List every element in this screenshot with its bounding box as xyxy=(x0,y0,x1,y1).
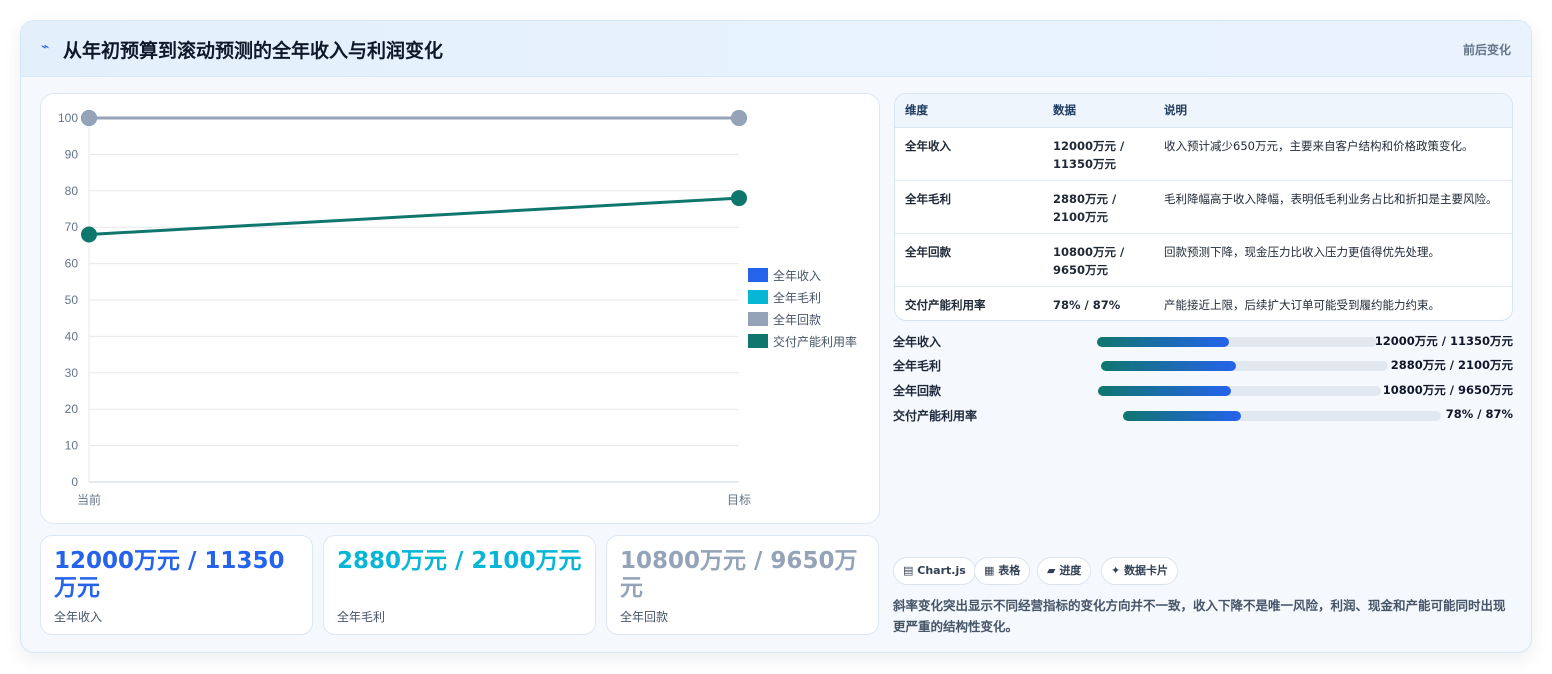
kpi-value: 2880万元 / 2100万元 xyxy=(337,548,582,574)
progress-label: 全年毛利 xyxy=(893,359,942,373)
table-cell-dimension: 全年收入 xyxy=(895,127,1043,181)
y-tick-label: 100 xyxy=(58,111,78,125)
kpi-label: 全年回款 xyxy=(620,610,669,624)
table-row: 交付产能利用率 78% / 87% 产能接近上限，后续扩大订单可能受到履约能力约… xyxy=(895,286,1512,320)
summary-note: 斜率变化突出显示不同经营指标的变化方向并不一致，收入下降不是唯一风险，利润、现金… xyxy=(893,598,1506,634)
progress-fill xyxy=(1101,361,1236,371)
table-row: 全年毛利 2880万元 / 2100万元 毛利降幅高于收入降幅，表明低毛利业务占… xyxy=(895,180,1512,234)
legend-label: 全年收入 xyxy=(773,268,821,283)
progress-row-gross-profit: 全年毛利 2880万元 / 2100万元 xyxy=(893,357,1513,373)
kpi-value: 10800万元 / 9650万元 xyxy=(620,548,858,601)
table-cell-data: 2880万元 / 2100万元 xyxy=(1043,180,1154,234)
progress-fill xyxy=(1123,411,1241,421)
chip-label: 进度 xyxy=(1059,564,1082,577)
table-cell-dimension: 全年毛利 xyxy=(895,180,1043,234)
sparkle-icon: ✦ xyxy=(1111,564,1121,577)
table-cell-description: 收入预计减少650万元，主要来自客户结构和价格政策变化。 xyxy=(1154,127,1512,181)
progress-label: 交付产能利用率 xyxy=(893,409,978,423)
chip-label: 数据卡片 xyxy=(1124,564,1169,577)
y-tick-label: 60 xyxy=(65,257,79,271)
data-point xyxy=(731,190,747,207)
slope-chart: 0 10 20 30 40 50 60 70 80 90 100 当前 目标 全年收入全年毛利全年回款交付… xyxy=(40,93,880,524)
legend-label: 全年毛利 xyxy=(773,290,821,305)
legend-swatch xyxy=(748,312,768,326)
table-row: 全年收入 12000万元 / 11350万元 收入预计减少650万元，主要来自客… xyxy=(895,127,1512,181)
data-point xyxy=(731,110,747,126)
report-card: ⌁ 从年初预算到滚动预测的全年收入与利润变化 前后变化 0 10 20 30 40 50 6… xyxy=(20,20,1532,653)
progress-value: 12000万元 / 11350万元 xyxy=(1374,334,1513,348)
card-header: ⌁ 从年初预算到滚动预测的全年收入与利润变化 前后变化 xyxy=(21,21,1531,77)
y-tick-label: 40 xyxy=(65,329,79,343)
kpi-card-revenue: 12000万元 / 11350万元 全年收入 xyxy=(40,535,313,635)
progress-row-revenue: 全年收入 12000万元 / 11350万元 xyxy=(893,333,1513,349)
lightning-icon: ⌁ xyxy=(41,39,50,55)
chart-icon: ▤ xyxy=(903,564,914,577)
progress-track xyxy=(1101,361,1388,371)
kpi-label: 全年收入 xyxy=(54,610,103,624)
legend-swatch xyxy=(748,290,768,304)
chip-chartjs[interactable]: ▤ Chart.js xyxy=(893,557,976,585)
legend-swatch xyxy=(748,268,768,282)
data-point xyxy=(81,110,97,126)
progress-track xyxy=(1097,337,1377,347)
y-tick-label: 10 xyxy=(65,439,79,453)
table-cell-description: 毛利降幅高于收入降幅，表明低毛利业务占比和折扣是主要风险。 xyxy=(1154,180,1512,234)
progress-label: 全年回款 xyxy=(893,384,942,398)
header-tag: 前后变化 xyxy=(1462,43,1511,57)
table-cell-description: 产能接近上限，后续扩大订单可能受到履约能力约束。 xyxy=(1164,297,1440,312)
kpi-value: 12000万元 / 11350万元 xyxy=(54,548,285,601)
chart-svg: 0 10 20 30 40 50 60 70 80 90 100 当前 目标 全年收入全年毛利全年回款交付… xyxy=(58,110,857,507)
chip-progress[interactable]: ▰ 进度 xyxy=(1037,557,1092,585)
table-cell-dimension: 交付产能利用率 xyxy=(905,297,986,312)
legend-label: 交付产能利用率 xyxy=(773,334,857,349)
y-tick-label: 80 xyxy=(65,184,79,198)
y-tick-label: 20 xyxy=(65,402,79,416)
page-title: 从年初预算到滚动预测的全年收入与利润变化 xyxy=(63,40,444,62)
table-cell-dimension: 全年回款 xyxy=(895,233,1043,287)
table-cell-data: 12000万元 / 11350万元 xyxy=(1043,127,1154,181)
table-cell-description: 回款预测下降，现金压力比收入压力更值得优先处理。 xyxy=(1154,233,1512,287)
table-header-data: 数据 xyxy=(1043,94,1154,128)
page: ⌁ 从年初预算到滚动预测的全年收入与利润变化 前后变化 0 10 20 30 40 50 6… xyxy=(0,0,1552,674)
y-tick-label: 50 xyxy=(65,293,79,307)
series-line xyxy=(88,196,740,236)
progress-row-capacity: 交付产能利用率 78% / 87% xyxy=(893,407,1513,423)
chip-label: 表格 xyxy=(998,564,1021,577)
chip-data-cards[interactable]: ✦ 数据卡片 xyxy=(1101,557,1179,585)
progress-fill xyxy=(1098,386,1231,396)
progress-value: 10800万元 / 9650万元 xyxy=(1382,383,1513,397)
progress-value: 2880万元 / 2100万元 xyxy=(1390,358,1513,372)
kpi-card-gross-profit: 2880万元 / 2100万元 全年毛利 xyxy=(323,535,596,635)
progress-fill xyxy=(1097,337,1229,347)
progress-label: 全年收入 xyxy=(893,335,942,349)
legend-label: 全年回款 xyxy=(773,312,821,327)
progress-icon: ▰ xyxy=(1047,564,1056,577)
kpi-label: 全年毛利 xyxy=(337,610,386,624)
progress-row-collection: 全年回款 10800万元 / 9650万元 xyxy=(893,382,1513,398)
x-tick-label: 当前 xyxy=(77,492,101,507)
table-header-description: 说明 xyxy=(1154,94,1512,128)
progress-track xyxy=(1123,411,1441,421)
table-cell-data: 78% / 87% xyxy=(1053,297,1121,312)
data-table: 维度 数据 说明 全年收入 12000万元 / 11350万元 收入预计减少65… xyxy=(894,93,1513,321)
legend-swatch xyxy=(748,334,768,348)
progress-track xyxy=(1098,386,1381,396)
x-tick-label: 目标 xyxy=(727,493,751,507)
y-tick-label: 90 xyxy=(65,147,79,161)
table-cell-data: 10800万元 / 9650万元 xyxy=(1043,233,1154,287)
chip-table[interactable]: ▦ 表格 xyxy=(974,557,1031,585)
chip-label: Chart.js xyxy=(917,564,966,577)
y-tick-label: 0 xyxy=(71,475,78,489)
data-point xyxy=(81,226,97,243)
y-tick-label: 70 xyxy=(65,220,79,234)
table-row: 全年回款 10800万元 / 9650万元 回款预测下降，现金压力比收入压力更值… xyxy=(895,233,1512,287)
table-header-dimension: 维度 xyxy=(895,94,1043,128)
progress-value: 78% / 87% xyxy=(1445,407,1513,421)
y-tick-label: 30 xyxy=(65,366,79,380)
table-icon: ▦ xyxy=(984,564,995,577)
kpi-card-collection: 10800万元 / 9650万元 全年回款 xyxy=(606,535,879,635)
